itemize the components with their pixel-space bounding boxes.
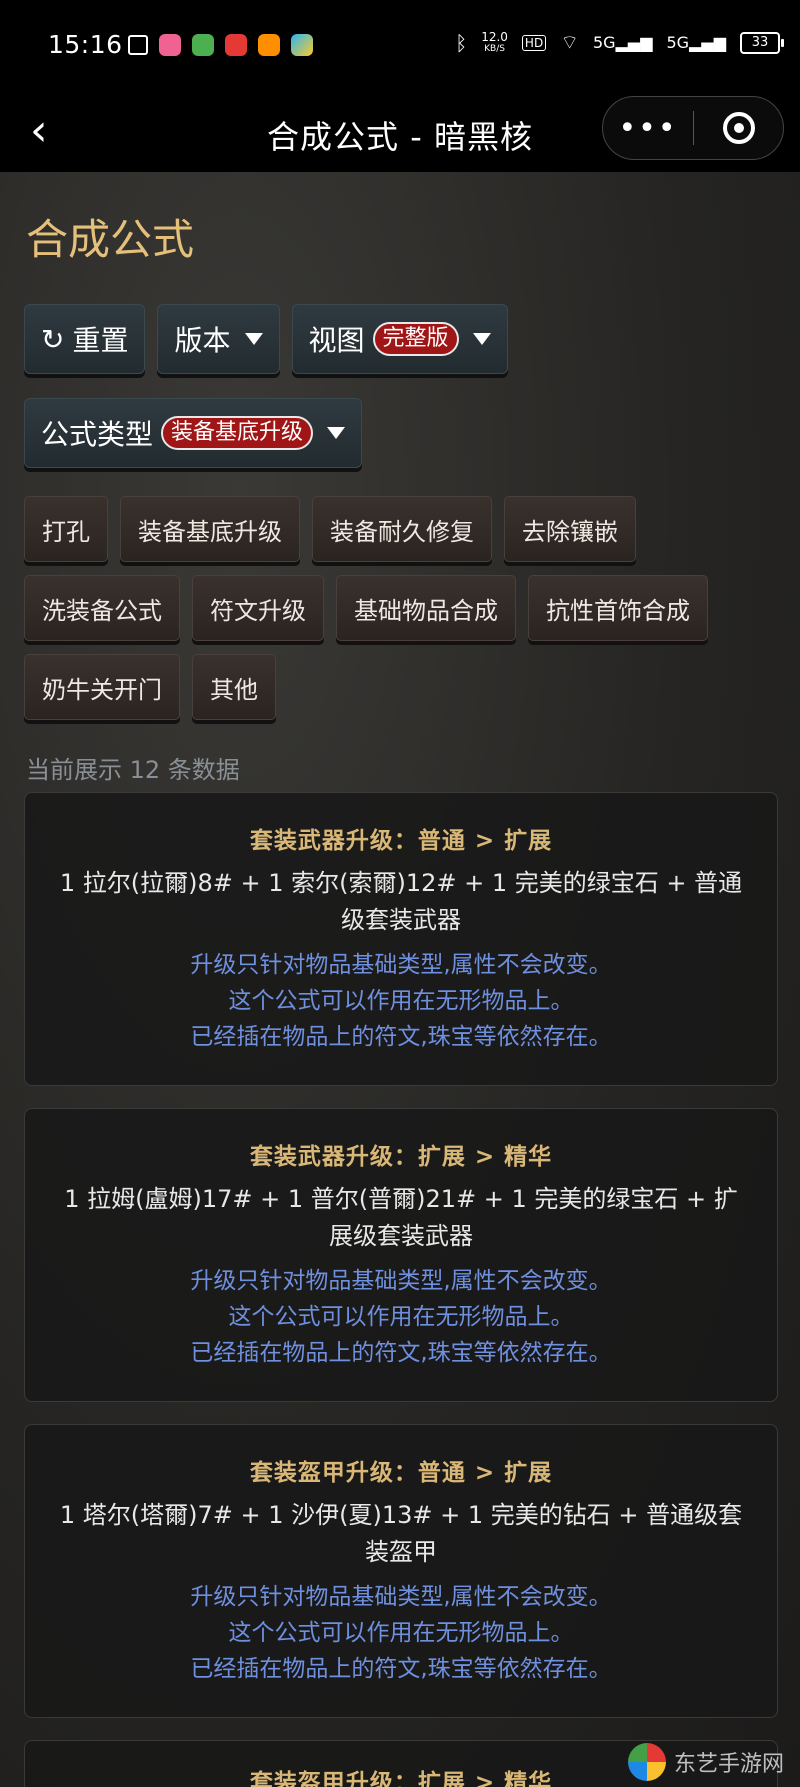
category-button[interactable]: 洗装备公式 bbox=[24, 575, 180, 641]
battery-icon: 33 bbox=[740, 31, 784, 54]
wifi-icon: ⌔ bbox=[560, 30, 579, 54]
app-notification-icon bbox=[128, 35, 148, 55]
caret-down-icon bbox=[244, 333, 263, 345]
message-icon bbox=[192, 34, 214, 56]
formula-type-badge: 装备基底升级 bbox=[161, 416, 314, 450]
formula-title: 套装武器升级：普通 > 扩展 bbox=[249, 828, 553, 854]
control-row-1: ↻ 重置 版本 视图 完整版 bbox=[24, 304, 508, 374]
signal-icon-1: 5G▂▄▆ bbox=[593, 33, 653, 52]
signal-icon-2: 5G▂▄▆ bbox=[666, 33, 727, 52]
watermark: 东艺手游网 bbox=[627, 1743, 784, 1781]
mini-program-capsule: ••• bbox=[602, 96, 784, 160]
caret-down-icon bbox=[472, 333, 491, 345]
result-count: 当前展示 12 条数据 bbox=[26, 756, 240, 784]
bilibili-icon bbox=[159, 34, 181, 56]
status-right: ᛒ 12.0 KB/S HD ⌔ 5G▂▄▆ 5G▂▄▆ 33 bbox=[455, 29, 784, 55]
refresh-icon: ↻ bbox=[41, 322, 65, 356]
category-button[interactable]: 装备耐久修复 bbox=[312, 496, 492, 562]
video-app-icon bbox=[291, 34, 313, 56]
page-title: 合成公式 bbox=[26, 215, 195, 264]
formula-notes: 升级只针对物品基础类型,属性不会改变。 这个公式可以作用在无形物品上。 已经插在… bbox=[190, 1584, 612, 1682]
view-value-badge: 完整版 bbox=[372, 322, 459, 356]
version-dropdown[interactable]: 版本 bbox=[157, 304, 280, 374]
category-row-2: 洗装备公式 符文升级 基础物品合成 抗性首饰合成 bbox=[24, 575, 708, 641]
formula-type-dropdown[interactable]: 公式类型 装备基底升级 bbox=[24, 398, 363, 468]
view-dropdown[interactable]: 视图 完整版 bbox=[291, 304, 508, 374]
category-button[interactable]: 装备基底升级 bbox=[120, 496, 300, 562]
status-bar: 15:16 ᛒ 12.0 KB/S HD ⌔ 5G▂▄▆ 5G▂▄▆ 33 bbox=[0, 0, 800, 92]
caret-down-icon bbox=[327, 427, 346, 439]
formula-recipe: 1 塔尔(塔爾)7# + 1 沙伊(夏)13# + 1 完美的钻石 + 普通级套… bbox=[59, 1501, 743, 1566]
category-button[interactable]: 抗性首饰合成 bbox=[528, 575, 708, 641]
formula-card: 套装武器升级：普通 > 扩展 1 拉尔(拉爾)8# + 1 索尔(索爾)12# … bbox=[24, 792, 778, 1086]
main-content: 合成公式 ↻ 重置 版本 视图 完整版 公式类型 装备基底升级 打孔 装备基底升… bbox=[0, 172, 800, 1787]
category-button[interactable]: 符文升级 bbox=[192, 575, 324, 641]
reset-button[interactable]: ↻ 重置 bbox=[24, 304, 146, 374]
category-row-3: 奶牛关开门 其他 bbox=[24, 654, 276, 720]
formula-card: 套装武器升级：扩展 > 精华 1 拉姆(盧姆)17# + 1 普尔(普爾)21#… bbox=[24, 1108, 778, 1402]
category-button[interactable]: 其他 bbox=[192, 654, 276, 720]
category-button[interactable]: 去除镶嵌 bbox=[504, 496, 636, 562]
watermark-logo-icon bbox=[627, 1743, 666, 1781]
more-menu-icon[interactable]: ••• bbox=[603, 111, 693, 146]
notification-icons bbox=[128, 34, 313, 56]
formula-title: 套装武器升级：扩展 > 精华 bbox=[249, 1144, 553, 1170]
close-mini-program-button[interactable] bbox=[694, 112, 783, 144]
bluetooth-icon: ᛒ bbox=[455, 30, 468, 55]
nav-bar: ‹ 合成公式 - 暗黑核 ••• bbox=[0, 92, 800, 172]
category-button[interactable]: 基础物品合成 bbox=[336, 575, 516, 641]
shopping-icon bbox=[225, 34, 247, 56]
formula-title: 套装盔甲升级：普通 > 扩展 bbox=[249, 1460, 553, 1486]
status-time: 15:16 bbox=[48, 30, 123, 59]
hd-icon: HD bbox=[521, 34, 547, 51]
target-icon bbox=[722, 112, 755, 144]
formula-card: 套装盔甲升级：普通 > 扩展 1 塔尔(塔爾)7# + 1 沙伊(夏)13# +… bbox=[24, 1424, 778, 1718]
formula-recipe: 1 拉姆(盧姆)17# + 1 普尔(普爾)21# + 1 完美的绿宝石 + 扩… bbox=[64, 1185, 738, 1250]
formula-notes: 升级只针对物品基础类型,属性不会改变。 这个公式可以作用在无形物品上。 已经插在… bbox=[190, 1268, 612, 1366]
category-row-1: 打孔 装备基底升级 装备耐久修复 去除镶嵌 bbox=[24, 496, 636, 562]
network-speed: 12.0 KB/S bbox=[481, 29, 508, 54]
category-button[interactable]: 奶牛关开门 bbox=[24, 654, 180, 720]
formula-notes: 升级只针对物品基础类型,属性不会改变。 这个公式可以作用在无形物品上。 已经插在… bbox=[190, 952, 612, 1050]
game-app-icon bbox=[258, 34, 280, 56]
category-button[interactable]: 打孔 bbox=[24, 496, 108, 562]
formula-recipe: 1 拉尔(拉爾)8# + 1 索尔(索爾)12# + 1 完美的绿宝石 + 普通… bbox=[59, 869, 743, 934]
control-row-2: 公式类型 装备基底升级 bbox=[24, 398, 363, 468]
